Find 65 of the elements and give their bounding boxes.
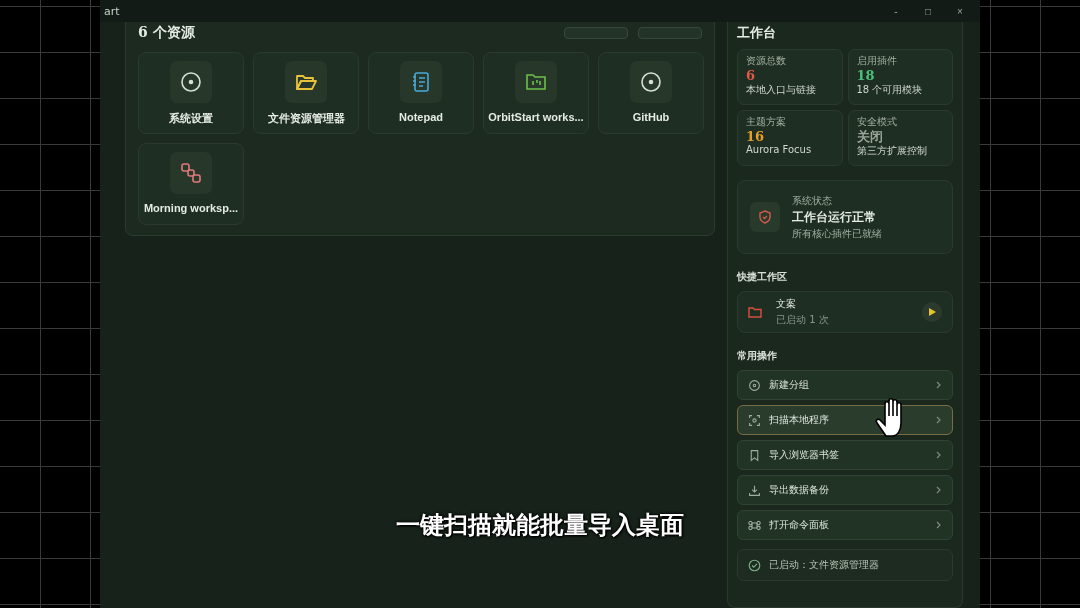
bookmark-icon xyxy=(748,448,761,462)
video-caption: 一键扫描就能批量导入桌面 xyxy=(396,511,684,539)
target-icon xyxy=(639,70,663,94)
launch-status-text: 已启动：文件资源管理器 xyxy=(769,558,879,572)
toolbar-button[interactable] xyxy=(638,27,702,39)
play-icon xyxy=(928,308,936,316)
stat-value: 关闭 xyxy=(856,129,884,144)
chevron-icon xyxy=(936,486,942,494)
window-control[interactable]: □ xyxy=(912,5,944,17)
resource-tile[interactable]: Morning worksp... xyxy=(138,143,244,225)
chevron-icon xyxy=(936,521,942,529)
section-title: 快捷工作区 xyxy=(737,270,788,284)
stat-value: 18 xyxy=(856,68,876,83)
status-title: 工作台运行正常 xyxy=(792,209,877,225)
section-title: 常用操作 xyxy=(737,349,778,363)
action-button[interactable]: 扫描本地程序 xyxy=(737,405,953,435)
status-label: 系统状态 xyxy=(792,193,833,208)
workspace-note: 已启动 1 次 xyxy=(776,313,829,327)
panel-title: 6 个资源 xyxy=(138,24,195,42)
stat-label: 主题方案 xyxy=(746,115,787,129)
shield-icon xyxy=(757,209,773,225)
chevron-icon xyxy=(936,416,942,424)
stat-note: 第三方扩展控制 xyxy=(856,144,928,158)
panel-title: 工作台 xyxy=(737,24,777,42)
status-note: 所有核心插件已就绪 xyxy=(792,226,882,241)
download-icon xyxy=(748,483,761,497)
stat-label: 启用插件 xyxy=(856,54,898,68)
chevron-icon xyxy=(936,451,942,459)
resource-label: OrbitStart works... xyxy=(488,111,584,123)
resource-tile[interactable]: Notepad xyxy=(368,52,474,134)
stat-value: 6 xyxy=(746,68,757,83)
workspace-name: 文案 xyxy=(776,297,797,311)
resource-tile[interactable]: OrbitStart works... xyxy=(483,52,589,134)
command-icon xyxy=(748,518,761,532)
resource-label: Morning worksp... xyxy=(143,202,239,214)
resource-label: Notepad xyxy=(399,111,443,123)
circle-icon xyxy=(748,378,761,392)
scan-icon xyxy=(748,413,761,427)
resource-label: 系统设置 xyxy=(169,111,213,126)
toolbar-button[interactable] xyxy=(564,27,628,39)
linked-nodes-icon xyxy=(179,161,203,185)
action-button[interactable]: 新建分组 xyxy=(737,370,953,400)
stat-value: 16 xyxy=(746,129,766,144)
chevron-icon xyxy=(936,381,942,389)
action-button[interactable]: 打开命令面板 xyxy=(737,510,953,540)
target-icon xyxy=(179,70,203,94)
workspace-card[interactable]: 文案 已启动 1 次 xyxy=(737,291,953,333)
action-button[interactable]: 导入浏览器书签 xyxy=(737,440,953,470)
resource-label: GitHub xyxy=(632,111,670,123)
stat-note: 本地入口与链接 xyxy=(746,83,817,97)
play-button[interactable] xyxy=(922,302,942,322)
resource-tile[interactable]: 系统设置 xyxy=(138,52,244,134)
stat-label: 资源总数 xyxy=(746,54,787,68)
action-button[interactable]: 导出数据备份 xyxy=(737,475,953,505)
window-control[interactable]: - xyxy=(880,5,912,17)
stat-label: 安全模式 xyxy=(856,115,898,129)
stat-note: 18 个可用模块 xyxy=(856,83,924,97)
folder-icon xyxy=(748,306,762,318)
resource-tile[interactable]: 文件资源管理器 xyxy=(253,52,359,134)
check-circle-icon xyxy=(748,558,761,572)
stat-note: Aurora Focus xyxy=(746,144,813,155)
resource-tile[interactable]: GitHub xyxy=(598,52,704,134)
window-title: art xyxy=(104,4,120,18)
resource-label: 文件资源管理器 xyxy=(267,111,345,126)
window-control[interactable]: × xyxy=(944,5,976,17)
